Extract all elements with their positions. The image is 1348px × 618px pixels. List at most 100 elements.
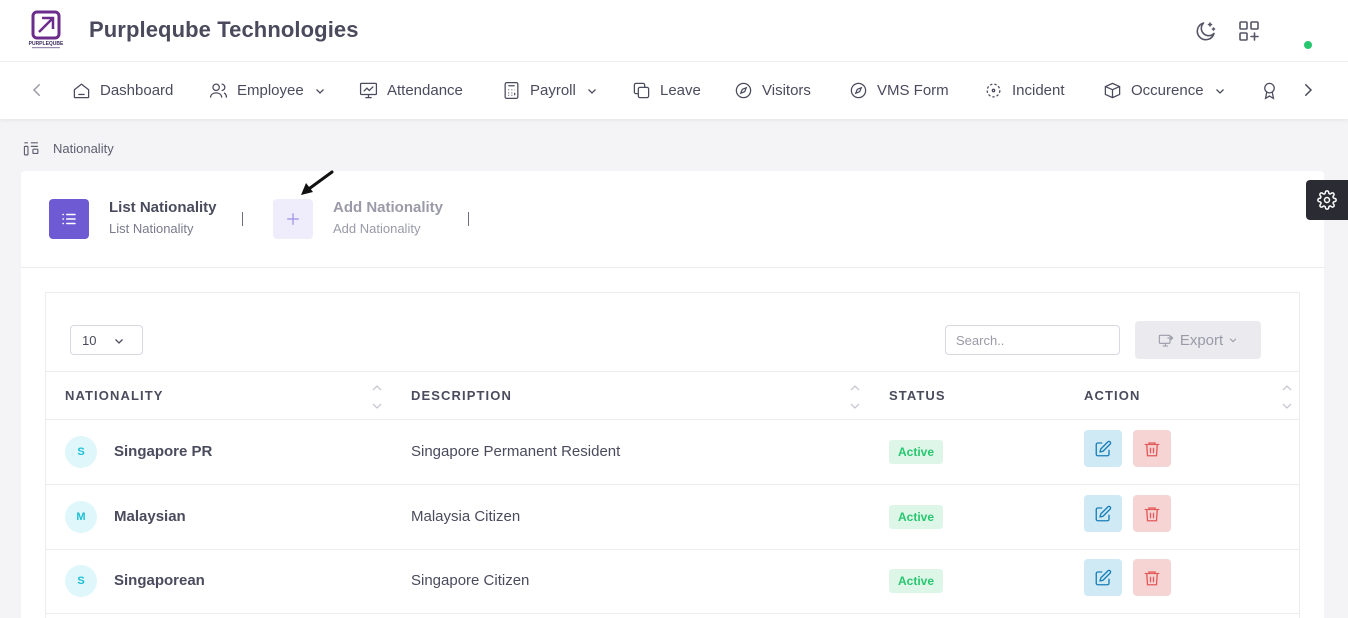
avatar: S (65, 565, 97, 597)
status-badge: Active (889, 569, 944, 593)
award-icon[interactable] (1260, 81, 1279, 100)
export-label: Export (1179, 331, 1224, 349)
chevron-down-icon (115, 339, 123, 344)
nav-label: Leave (660, 82, 701, 99)
apps-grid-icon[interactable] (1237, 19, 1261, 43)
nav-scroll-left-icon[interactable] (28, 81, 46, 99)
nav-label: Incident (1012, 82, 1065, 99)
nav-label: Attendance (387, 82, 463, 99)
column-header-nationality[interactable]: NATIONALITY (65, 388, 164, 403)
nav-item-visitors[interactable]: Visitors (734, 62, 811, 119)
home-icon (73, 83, 90, 99)
column-header-description[interactable]: DESCRIPTION (411, 388, 512, 403)
nav-item-occurence[interactable]: Occurence (1103, 62, 1226, 119)
copy-icon (633, 82, 650, 99)
table-header: NATIONALITY DESCRIPTION STATUS ACTION (46, 371, 1299, 420)
nav-label: VMS Form (877, 82, 949, 99)
nationality-cell: Singaporean (114, 572, 205, 589)
table-row: S Singapore PR Singapore Permanent Resid… (46, 420, 1299, 485)
sort-icon[interactable] (372, 384, 382, 410)
brand-name: Purpleqube Technologies (89, 17, 359, 42)
calculator-icon (504, 81, 519, 100)
top-header: PURPLEQUBE Purpleqube Technologies (0, 0, 1348, 62)
search-input[interactable] (945, 325, 1120, 355)
description-cell: Singapore Citizen (411, 572, 530, 589)
focus-icon (986, 83, 1001, 98)
monitor-icon (359, 82, 378, 99)
delete-button[interactable] (1133, 430, 1171, 467)
nav-label: Dashboard (100, 82, 174, 99)
nationality-cell: Singapore PR (114, 443, 213, 460)
trash-icon (1144, 506, 1160, 521)
table-row: S Singaporean Singapore Citizen Active (46, 549, 1299, 614)
users-icon (209, 83, 228, 98)
nav-scroll-right-icon[interactable] (1299, 81, 1317, 99)
edit-button[interactable] (1084, 430, 1122, 467)
nav-label: Visitors (762, 82, 811, 99)
theme-settings-button[interactable] (1306, 180, 1348, 220)
export-icon (1158, 334, 1174, 347)
description-cell: Malaysia Citizen (411, 508, 521, 525)
export-button[interactable]: Export (1135, 321, 1261, 359)
breadcrumb: Nationality (23, 140, 114, 157)
nav-item-vms-form[interactable]: VMS Form (849, 62, 949, 119)
chevron-down-icon (1229, 338, 1237, 343)
tab-divider (242, 212, 243, 226)
trash-icon (1144, 441, 1160, 456)
online-status-dot (1304, 41, 1312, 49)
table-row: M Malaysian Malaysia Citizen Active (46, 485, 1299, 550)
sort-icon[interactable] (850, 384, 860, 410)
avatar: S (65, 436, 97, 468)
compass-icon (850, 82, 867, 99)
nationality-table-panel: 10 Export NATIONALITY DESCRIPTION STATUS… (45, 292, 1300, 618)
plus-icon (287, 213, 299, 225)
tab-list-subtitle: List Nationality (109, 221, 194, 236)
column-header-action[interactable]: ACTION (1084, 388, 1140, 403)
chevron-down-icon (315, 88, 324, 94)
breadcrumb-current: Nationality (53, 141, 114, 156)
avatar: M (65, 501, 97, 533)
page-length-value: 10 (82, 332, 97, 348)
tab-add-nationality-button[interactable] (273, 199, 313, 239)
delete-button[interactable] (1133, 495, 1171, 532)
nav-item-attendance[interactable]: Attendance (359, 62, 463, 119)
page-length-select[interactable]: 10 (70, 325, 143, 355)
compass-icon (735, 82, 752, 99)
nav-label: Employee (237, 82, 304, 99)
tab-list-title[interactable]: List Nationality (109, 199, 217, 216)
nav-label: Payroll (530, 82, 576, 99)
list-icon (62, 213, 76, 225)
column-header-status: STATUS (889, 388, 946, 403)
tab-add-subtitle: Add Nationality (333, 221, 421, 236)
nav-item-employee[interactable]: Employee (209, 62, 326, 119)
tab-list-nationality-button[interactable] (49, 199, 89, 239)
nav-item-dashboard[interactable]: Dashboard (72, 62, 173, 119)
tab-add-title[interactable]: Add Nationality (333, 199, 443, 216)
tabs-header: List Nationality List Nationality Add Na… (21, 171, 1324, 268)
breadcrumb-layout-icon (23, 142, 39, 156)
nav-item-leave[interactable]: Leave (632, 62, 701, 119)
description-cell: Singapore Permanent Resident (411, 443, 621, 460)
status-badge: Active (889, 505, 944, 529)
nav-item-incident[interactable]: Incident (984, 62, 1065, 119)
tab-divider (468, 212, 469, 226)
status-badge: Active (889, 440, 944, 464)
chevron-down-icon (587, 88, 596, 94)
nationality-cell: Malaysian (114, 508, 186, 525)
main-nav: Dashboard Employee Attendance Payroll Le… (0, 62, 1348, 119)
gear-icon (1317, 190, 1337, 210)
trash-icon (1144, 570, 1160, 585)
nav-item-payroll[interactable]: Payroll (502, 62, 598, 119)
edit-button[interactable] (1084, 495, 1122, 532)
pointer-arrow-icon (301, 170, 334, 195)
edit-icon (1095, 505, 1112, 521)
chevron-down-icon (1215, 88, 1224, 94)
edit-icon (1095, 440, 1112, 456)
nav-label: Occurence (1131, 82, 1204, 99)
delete-button[interactable] (1133, 559, 1171, 596)
edit-button[interactable] (1084, 559, 1122, 596)
company-logo[interactable]: PURPLEQUBE (26, 10, 66, 50)
logo-text: PURPLEQUBE (29, 41, 64, 47)
sort-icon[interactable] (1282, 384, 1292, 410)
dark-mode-moon-icon[interactable] (1194, 19, 1218, 43)
